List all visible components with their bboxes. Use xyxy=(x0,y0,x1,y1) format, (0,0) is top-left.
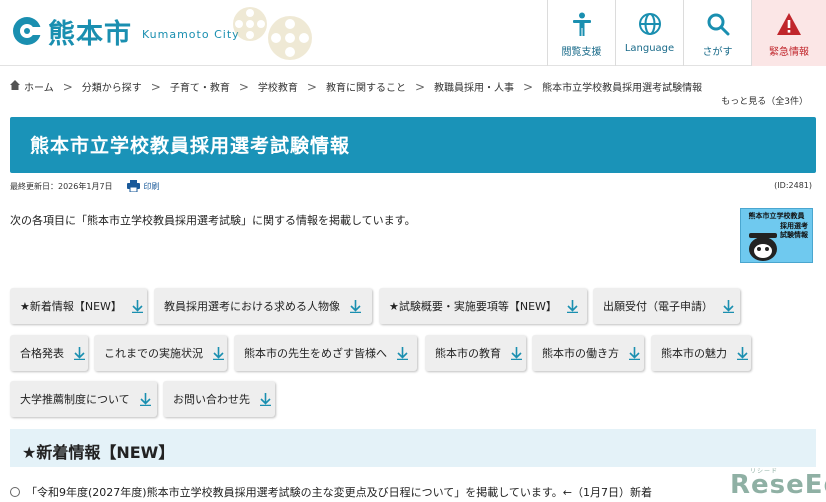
nav-label: 出願受付（電子申請） xyxy=(603,300,713,313)
chevron-right-icon: > xyxy=(306,79,317,94)
news-link[interactable]: 「令和9年度(2027年度)熊本市立学校教員採用選考試験の主な変更点及び日程につ… xyxy=(26,484,652,500)
accessibility-label: 閲覧支援 xyxy=(561,47,602,58)
section-heading: ★新着情報【NEW】 xyxy=(10,429,816,467)
chevron-right-icon: > xyxy=(414,79,426,94)
bullet-icon xyxy=(10,487,20,497)
warning-icon xyxy=(776,11,802,37)
arrow-down-icon xyxy=(737,346,748,360)
chevron-right-icon: > xyxy=(523,79,534,94)
arrow-down-icon xyxy=(566,299,578,313)
accessibility-icon xyxy=(571,11,593,37)
intro-text: 次の各項目に「熊本市立学校教員採用選考試験」に関する情報を掲載しています。 xyxy=(10,214,416,227)
nav-label: ★試験概要・実施要項等【NEW】 xyxy=(389,300,557,313)
arrow-down-icon xyxy=(131,299,143,313)
nav-work-style[interactable]: 熊本市の働き方 xyxy=(532,335,644,371)
nav-contact[interactable]: お問い合わせ先 xyxy=(163,381,275,417)
city-emblem-icon xyxy=(12,16,42,46)
search-label: さがす xyxy=(702,47,733,58)
printer-icon xyxy=(126,180,140,192)
arrow-down-icon xyxy=(723,299,734,313)
chevron-right-icon: > xyxy=(62,79,73,94)
last-updated: 最終更新日：2026年1月7日 xyxy=(10,181,113,191)
title-bar: 熊本市立学校教員採用選考試験情報 xyxy=(10,117,816,173)
film-reel-icon xyxy=(233,7,312,60)
breadcrumb-home[interactable]: ホーム xyxy=(24,79,54,94)
arrow-down-icon xyxy=(139,392,151,406)
breadcrumb-education[interactable]: 教育に関すること xyxy=(326,79,406,94)
breadcrumb-school[interactable]: 学校教育 xyxy=(258,79,298,94)
nav-appeal[interactable]: 熊本市の魅力 xyxy=(651,335,751,371)
page-meta: 最終更新日：2026年1月7日 印刷 xyxy=(10,180,160,192)
nav-exam-overview[interactable]: ★試験概要・実施要項等【NEW】 xyxy=(379,288,587,324)
chevron-right-icon: > xyxy=(238,79,249,94)
nav-ideal-teacher[interactable]: 教員採用選考における求める人物像 xyxy=(154,288,372,324)
more-link[interactable]: もっと見る（全3件） xyxy=(721,94,808,107)
emergency-button[interactable]: 緊急情報 xyxy=(751,0,826,66)
nav-label: 熊本市の魅力 xyxy=(661,347,727,360)
nav-label: お問い合わせ先 xyxy=(173,393,250,406)
arrow-down-icon xyxy=(350,299,361,313)
arrow-down-icon xyxy=(260,392,271,406)
breadcrumb-category[interactable]: 分類から探す xyxy=(82,79,142,94)
chevron-right-icon: > xyxy=(150,79,161,94)
watermark-small: リシード xyxy=(750,468,779,475)
breadcrumb-childcare[interactable]: 子育て・教育 xyxy=(170,79,230,94)
nav-label: 大学推薦制度について xyxy=(20,393,130,406)
arrow-down-icon xyxy=(629,346,640,360)
list-item: 「令和9年度(2027年度)熊本市立学校教員採用選考試験の主な変更点及び日程につ… xyxy=(10,484,652,500)
nav-label: 合格発表 xyxy=(20,347,64,360)
arrow-down-icon xyxy=(511,346,522,360)
nav-label: 熊本市の働き方 xyxy=(542,347,619,360)
globe-icon xyxy=(638,11,662,37)
nav-label: 熊本市の先生をめざす皆様へ xyxy=(244,347,387,360)
nav-past-status[interactable]: これまでの実施状況 xyxy=(94,335,227,371)
home-icon xyxy=(10,80,20,93)
search-button[interactable]: さがす xyxy=(683,0,751,66)
page-id: (ID:2481) xyxy=(774,181,812,190)
logo-en: Kumamoto City xyxy=(142,27,240,41)
accessibility-button[interactable]: 閲覧支援 xyxy=(547,0,615,66)
site-logo[interactable]: 熊本市 Kumamoto City xyxy=(12,13,240,50)
nav-aspiring-teachers[interactable]: 熊本市の先生をめざす皆様へ xyxy=(234,335,417,371)
nav-label: これまでの実施状況 xyxy=(104,347,203,360)
search-icon xyxy=(706,11,730,37)
logo-name: 熊本市 xyxy=(48,18,132,50)
section-title: ★新着情報【NEW】 xyxy=(22,443,175,462)
print-button[interactable]: 印刷 xyxy=(126,180,160,192)
nav-results[interactable]: 合格発表 xyxy=(10,335,88,371)
nav-education[interactable]: 熊本市の教育 xyxy=(425,335,526,371)
language-label: Language xyxy=(624,43,675,54)
mascot-icon xyxy=(749,233,777,261)
nav-university-recommendation[interactable]: 大学推薦制度について xyxy=(10,381,157,417)
banner-text-1: 熊本市立学校教員 xyxy=(748,212,805,220)
breadcrumb: ホーム > 分類から探す > 子育て・教育 > 学校教育 > 教育に関すること … xyxy=(10,79,702,94)
print-label: 印刷 xyxy=(143,181,160,191)
banner-text-2: 採用選考 試験情報 xyxy=(780,222,808,239)
nav-application[interactable]: 出願受付（電子申請） xyxy=(593,288,740,324)
arrow-down-icon xyxy=(397,346,408,360)
breadcrumb-current: 熊本市立学校教員採用選考試験情報 xyxy=(542,83,703,94)
nav-label: ★新着情報【NEW】 xyxy=(20,300,122,313)
breadcrumb-staff[interactable]: 教職員採用・人事 xyxy=(434,79,514,94)
exam-info-banner[interactable]: 熊本市立学校教員 採用選考 試験情報 xyxy=(740,208,813,263)
nav-label: 熊本市の教育 xyxy=(435,347,501,360)
site-header: 熊本市 Kumamoto City 閲覧支援 Language さがす 緊急情報 xyxy=(0,0,826,66)
language-button[interactable]: Language xyxy=(615,0,683,66)
emergency-label: 緊急情報 xyxy=(769,47,809,58)
arrow-down-icon xyxy=(74,346,85,360)
watermark-logo: リシード ReseEd xyxy=(730,468,826,500)
nav-new-info[interactable]: ★新着情報【NEW】 xyxy=(10,288,147,324)
page-title: 熊本市立学校教員採用選考試験情報 xyxy=(30,135,351,157)
nav-label: 教員採用選考における求める人物像 xyxy=(164,300,340,313)
arrow-down-icon xyxy=(213,346,224,360)
